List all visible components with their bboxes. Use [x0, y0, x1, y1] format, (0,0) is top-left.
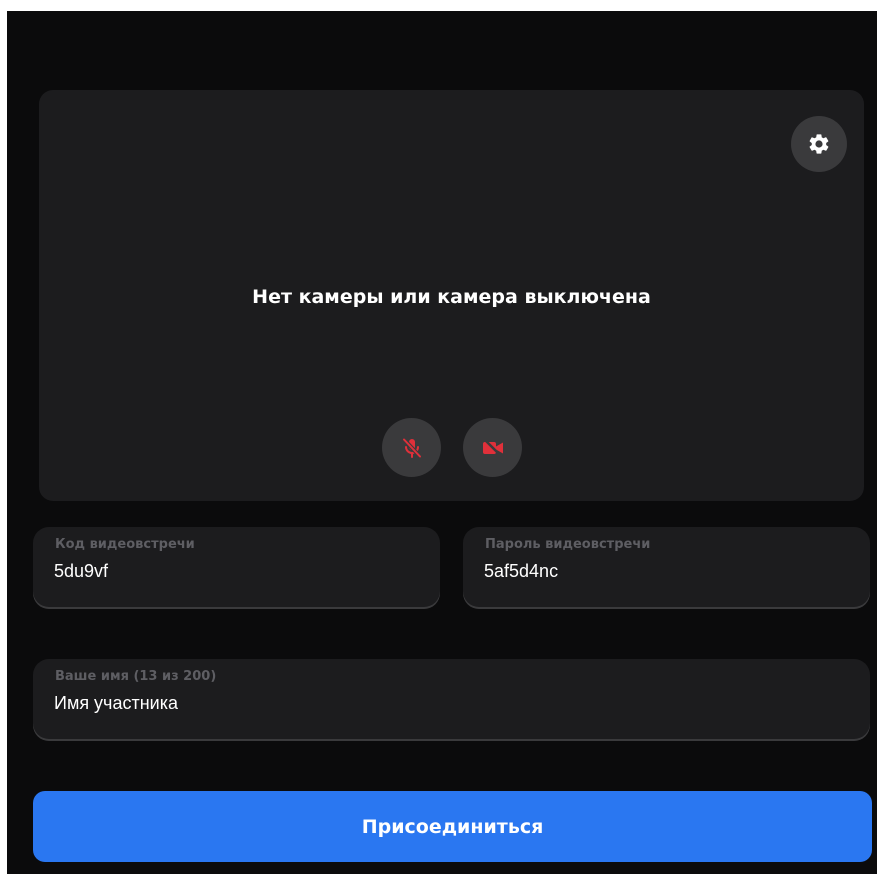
meeting-code-field[interactable]: Код видеовстречи 5du9vf — [33, 527, 440, 609]
microphone-off-icon — [401, 437, 422, 458]
participant-name-input[interactable]: Имя участника — [54, 693, 178, 714]
meeting-password-input[interactable]: 5af5d4nc — [484, 561, 558, 582]
participant-name-field[interactable]: Ваше имя (13 из 200) Имя участника — [33, 659, 870, 741]
camera-off-icon — [482, 437, 503, 458]
join-meeting-screen: Нет камеры или камера выключена Код виде… — [7, 11, 877, 874]
camera-toggle-button[interactable] — [463, 418, 522, 477]
meeting-password-label: Пароль видеовстречи — [485, 537, 651, 552]
meeting-code-input[interactable]: 5du9vf — [54, 561, 108, 582]
settings-button[interactable] — [791, 116, 847, 172]
participant-name-label: Ваше имя (13 из 200) — [55, 669, 217, 684]
microphone-toggle-button[interactable] — [382, 418, 441, 477]
join-button[interactable]: Присоединиться — [33, 791, 872, 862]
meeting-code-label: Код видеовстречи — [55, 537, 195, 552]
camera-preview: Нет камеры или камера выключена — [39, 90, 864, 501]
no-camera-message: Нет камеры или камера выключена — [252, 286, 651, 308]
meeting-password-field[interactable]: Пароль видеовстречи 5af5d4nc — [463, 527, 870, 609]
gear-icon — [809, 134, 829, 154]
